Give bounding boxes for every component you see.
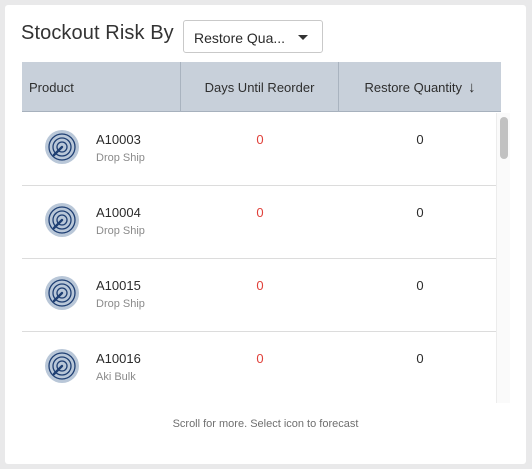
product-type: Aki Bulk [96,371,136,383]
table-header: Product Days Until Reorder Restore Quant… [22,62,501,112]
column-header-product[interactable]: Product [22,62,181,112]
dropdown-selected-value: Restore Qua... [194,30,286,46]
product-type: Drop Ship [96,225,145,237]
days-until-reorder-value: 0 [256,351,264,366]
restore-quantity-value: 0 [416,205,424,220]
product-type: Drop Ship [96,298,145,310]
table-scrollbar[interactable] [496,113,510,403]
card-title: Stockout Risk By [21,22,174,44]
column-header-label: Restore Quantity [364,79,463,95]
restore-quantity-value: 0 [416,351,424,366]
scrollbar-thumb[interactable] [500,117,508,159]
column-header-restore-quantity[interactable]: Restore Quantity ↓ [339,62,501,112]
product-type: Drop Ship [96,152,145,164]
product-sku: A10003 [96,132,141,147]
sort-descending-icon[interactable]: ↓ [468,80,476,95]
product-sku: A10015 [96,278,141,293]
restore-quantity-dropdown[interactable]: Restore Qua... [183,20,323,53]
stockout-table: Product Days Until Reorder Restore Quant… [22,62,501,402]
table-row: A10003 Drop Ship 0 0 [22,113,501,186]
stockout-risk-card: Stockout Risk By Restore Qua... Product … [5,5,526,464]
table-row: A10004 Drop Ship 0 0 [22,186,501,259]
forecast-target-icon[interactable] [44,348,80,384]
scroll-hint: Scroll for more. Select icon to forecast [172,418,359,430]
column-header-label: Product [29,79,74,95]
forecast-target-icon[interactable] [44,129,80,165]
table-row: A10015 Drop Ship 0 0 [22,259,501,332]
forecast-target-icon[interactable] [44,275,80,311]
days-until-reorder-value: 0 [256,132,264,147]
restore-quantity-value: 0 [416,278,424,293]
column-header-days-until-reorder[interactable]: Days Until Reorder [181,62,339,112]
forecast-target-icon[interactable] [44,202,80,238]
caret-down-icon [298,35,308,40]
restore-quantity-value: 0 [416,132,424,147]
column-header-label: Days Until Reorder [204,79,315,95]
card-header: Stockout Risk By Restore Qua... [5,5,526,63]
days-until-reorder-value: 0 [256,278,264,293]
days-until-reorder-value: 0 [256,205,264,220]
product-sku: A10004 [96,205,141,220]
table-body: A10003 Drop Ship 0 0 A10004 Drop Ship 0 … [22,113,501,402]
product-sku: A10016 [96,351,141,366]
table-row: A10016 Aki Bulk 0 0 [22,332,501,402]
